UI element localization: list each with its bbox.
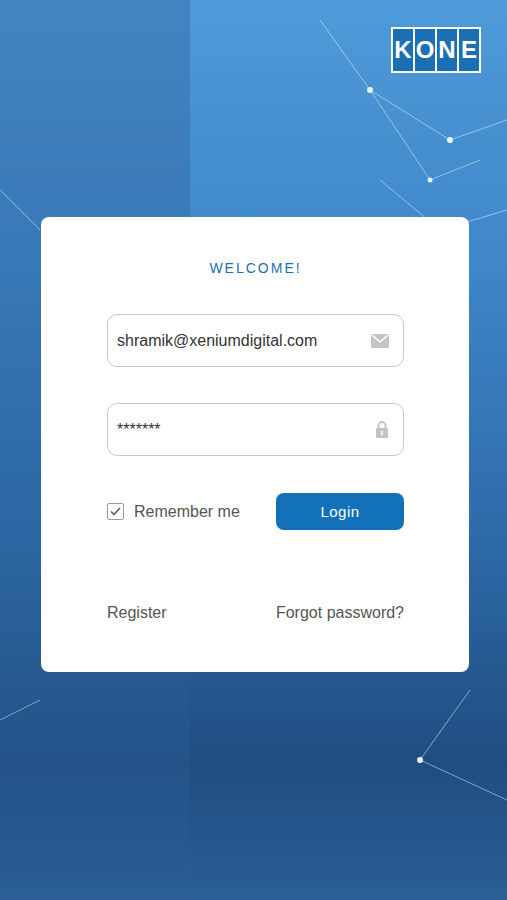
remember-me[interactable]: Remember me <box>107 503 240 521</box>
forgot-password-link[interactable]: Forgot password? <box>276 604 404 622</box>
email-field <box>107 314 404 367</box>
login-card: WELCOME! Remember me Login Register Forgo… <box>41 217 469 672</box>
kone-logo: KONE <box>391 27 481 73</box>
remember-label: Remember me <box>134 503 240 521</box>
remember-checkbox[interactable] <box>107 503 124 520</box>
welcome-title: WELCOME! <box>107 260 404 276</box>
logo-letter: O <box>415 29 435 71</box>
logo-letter: N <box>437 29 457 71</box>
logo-letter: K <box>393 29 413 71</box>
password-input[interactable] <box>117 421 369 439</box>
password-field <box>107 403 404 456</box>
check-icon <box>110 507 121 516</box>
email-input[interactable] <box>117 332 365 350</box>
login-button[interactable]: Login <box>276 493 404 530</box>
mail-icon <box>371 334 389 348</box>
lock-icon <box>375 421 389 438</box>
logo-letter: E <box>459 29 479 71</box>
register-link[interactable]: Register <box>107 604 167 622</box>
